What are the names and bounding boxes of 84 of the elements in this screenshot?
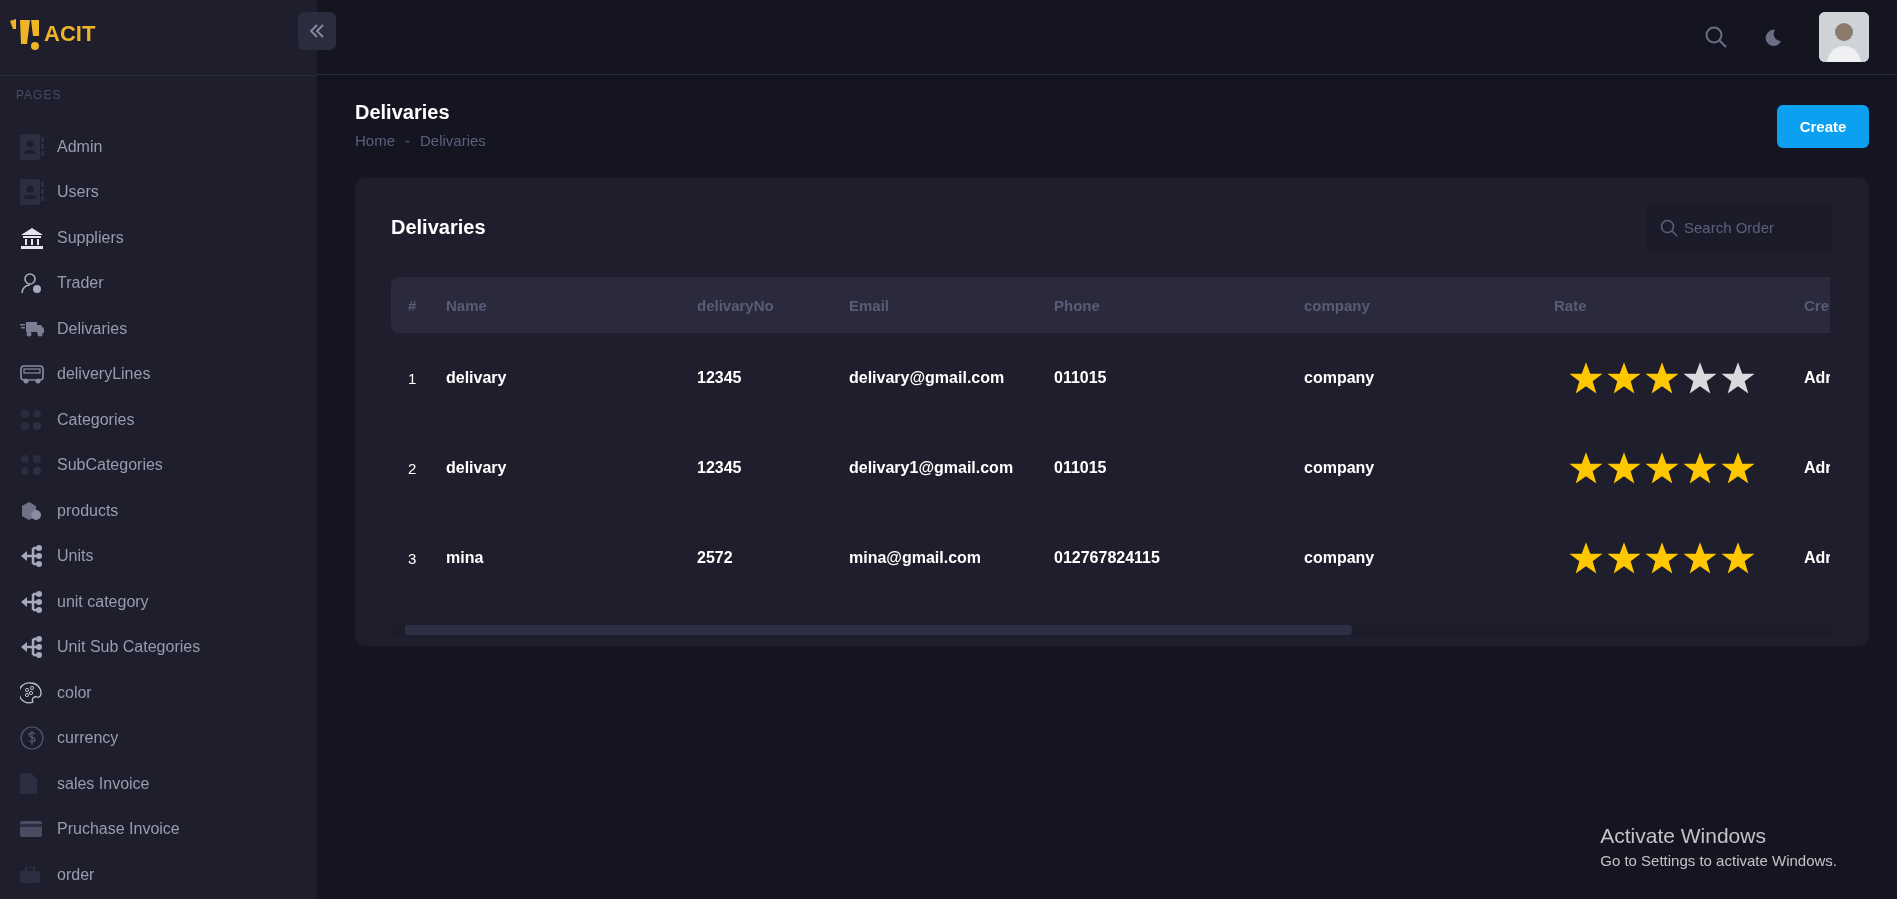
column-header: Cre [1804, 296, 1829, 314]
star-icon [1645, 451, 1679, 485]
column-header: Email [849, 296, 890, 314]
avatar[interactable] [1819, 12, 1869, 62]
activation-text: Go to Settings to activate Windows. [1600, 852, 1837, 869]
table-cell: 12345 [697, 459, 742, 477]
search-icon[interactable] [1705, 26, 1727, 48]
breadcrumb-separator: - [405, 132, 410, 149]
collapse-button[interactable] [298, 12, 336, 50]
sidebar-item[interactable]: Delivaries [0, 306, 317, 352]
table-cell: 011015 [1054, 369, 1107, 387]
credit-card-icon [20, 821, 42, 838]
table-cell: company [1304, 549, 1375, 567]
star-icon [1607, 361, 1641, 395]
sidebar-item[interactable]: Admin [0, 124, 317, 170]
column-header: Rate [1554, 296, 1587, 314]
sidebar-item[interactable]: SubCategories [0, 442, 317, 488]
sidebar-item[interactable]: deliveryLines [0, 351, 317, 397]
card-title: Delivaries [391, 216, 486, 239]
table-cell: delivary [446, 369, 507, 387]
sidebar-item[interactable]: Unit Sub Categories [0, 624, 317, 670]
star-icon [1607, 541, 1641, 575]
sidebar-item[interactable]: Categories [0, 397, 317, 443]
sidebar-item[interactable]: unit category [0, 579, 317, 625]
sidebar-item[interactable]: products [0, 488, 317, 534]
column-header: Name [446, 296, 487, 314]
user-icon [20, 272, 42, 295]
palette-icon [20, 681, 42, 704]
hierarchy-icon [20, 544, 44, 569]
star-icon [1645, 361, 1679, 395]
dollar-icon [20, 726, 44, 751]
table-cell: delivary@gmail.com [849, 369, 1005, 387]
table-cell: 2572 [697, 549, 733, 567]
double-chevron-icon [309, 24, 325, 38]
sidebar-item[interactable]: sales Invoice [0, 761, 317, 807]
truck-icon [20, 320, 44, 337]
star-icon [1607, 451, 1641, 485]
star-icon [1569, 451, 1603, 485]
star-icon [1721, 361, 1755, 395]
bank-icon [20, 226, 44, 249]
column-header: Phone [1054, 296, 1100, 314]
horizontal-scrollbar[interactable] [391, 625, 1833, 635]
star-icon [1721, 451, 1755, 485]
table-cell: mina@gmail.com [849, 549, 982, 567]
table-cell: 12345 [697, 369, 742, 387]
hierarchy-icon [20, 589, 44, 614]
row-number: 1 [408, 369, 417, 387]
hierarchy-icon [20, 635, 44, 660]
sidebar-item[interactable]: Suppliers [0, 215, 317, 261]
sidebar-item[interactable]: Users [0, 169, 317, 215]
table-cell: 012767824115 [1054, 549, 1160, 567]
sidebar-item[interactable]: Trader [0, 260, 317, 306]
table-cell: company [1304, 369, 1375, 387]
search-field[interactable]: Search Order [1646, 204, 1833, 251]
star-icon [1645, 541, 1679, 575]
activation-title: Activate Windows [1600, 824, 1767, 848]
column-header: company [1304, 296, 1370, 314]
sidebar-item[interactable]: order [0, 852, 317, 898]
sidebar-item[interactable]: color [0, 670, 317, 716]
table-cell: mina [446, 549, 484, 567]
brand-name: ACIT [44, 20, 96, 47]
sidebar-item[interactable]: Pruchase Invoice [0, 806, 317, 852]
row-number: 2 [408, 459, 417, 477]
bus-icon [20, 363, 44, 386]
star-icon [1683, 451, 1717, 485]
column-header: # [408, 296, 417, 314]
table-cell: delivary1@gmail.com [849, 459, 1014, 477]
row-number: 3 [408, 549, 417, 567]
column-header: delivaryNo [697, 296, 774, 314]
table-cell: delivary [446, 459, 507, 477]
star-icon [1683, 541, 1717, 575]
sidebar-item[interactable]: Units [0, 533, 317, 579]
sidebar-item[interactable]: currency [0, 715, 317, 761]
boxes-icon [20, 499, 42, 522]
page-title: Delivaries [355, 101, 451, 124]
star-icon [1721, 541, 1755, 575]
logo-icon [10, 17, 40, 50]
table-cell: 011015 [1054, 459, 1107, 477]
star-icon [1569, 541, 1603, 575]
search-icon [1660, 218, 1678, 237]
table-cell: company [1304, 459, 1375, 477]
moon-icon[interactable] [1763, 27, 1783, 47]
star-icon [1683, 361, 1717, 395]
star-icon [1569, 361, 1603, 395]
